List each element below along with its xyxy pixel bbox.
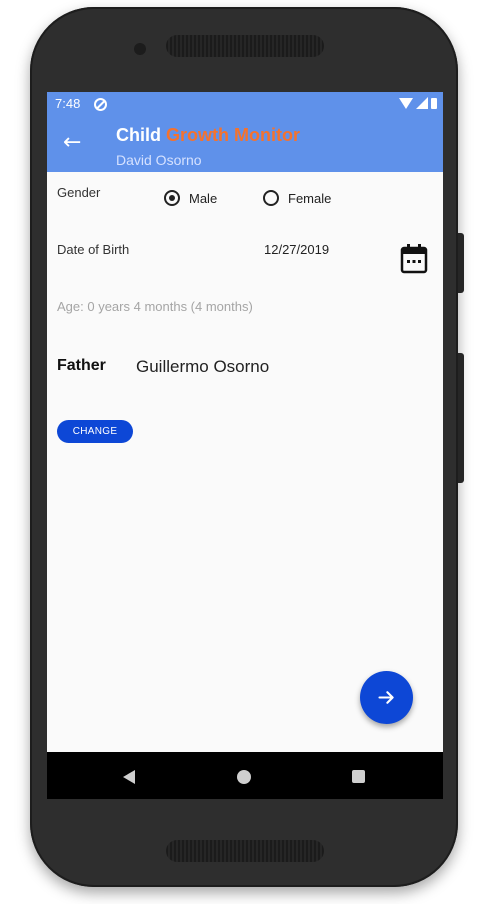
- dob-label: Date of Birth: [57, 242, 130, 257]
- dob-value[interactable]: 12/27/2019: [264, 242, 329, 257]
- app-bar: ← Child Growth Monitor David Osorno: [47, 116, 443, 172]
- battery-icon: [431, 98, 437, 109]
- back-triangle-icon[interactable]: [123, 770, 135, 784]
- screen: 7:48 ← Child Growth Monitor David Osorno…: [47, 92, 443, 799]
- volume-button: [458, 233, 464, 293]
- arrow-right-icon: [378, 691, 394, 704]
- calendar-icon[interactable]: [400, 243, 428, 274]
- front-camera: [134, 43, 146, 55]
- status-time: 7:48: [55, 96, 81, 111]
- radio-female-label[interactable]: Female: [288, 191, 331, 206]
- bottom-speaker: [166, 840, 324, 862]
- status-icons: [399, 97, 437, 109]
- page-subtitle: David Osorno: [116, 152, 202, 168]
- do-not-disturb-icon: [94, 98, 107, 111]
- status-bar: 7:48: [47, 92, 443, 116]
- page-title: Child Growth Monitor: [116, 125, 300, 146]
- father-label: Father: [57, 357, 106, 374]
- wifi-icon: [399, 98, 413, 109]
- recents-square-icon[interactable]: [352, 770, 365, 783]
- gender-label: Gender: [57, 185, 101, 200]
- power-button: [458, 353, 464, 483]
- signal-icon: [416, 97, 428, 109]
- home-circle-icon[interactable]: [237, 770, 251, 784]
- radio-male-label[interactable]: Male: [189, 191, 217, 206]
- radio-male[interactable]: [164, 190, 180, 206]
- arrow-left-icon[interactable]: ←: [63, 130, 81, 155]
- title-growth-monitor: Growth Monitor: [166, 125, 300, 145]
- change-button[interactable]: CHANGE: [57, 420, 133, 443]
- phone-frame: 7:48 ← Child Growth Monitor David Osorno…: [30, 7, 464, 887]
- age-text: Age: 0 years 4 months (4 months): [57, 299, 253, 314]
- top-speaker: [166, 35, 324, 57]
- system-nav-bar: [47, 752, 443, 799]
- father-name: Guillermo Osorno: [136, 357, 270, 376]
- title-child: Child: [116, 125, 161, 145]
- radio-female[interactable]: [263, 190, 279, 206]
- next-fab-button[interactable]: [360, 671, 413, 724]
